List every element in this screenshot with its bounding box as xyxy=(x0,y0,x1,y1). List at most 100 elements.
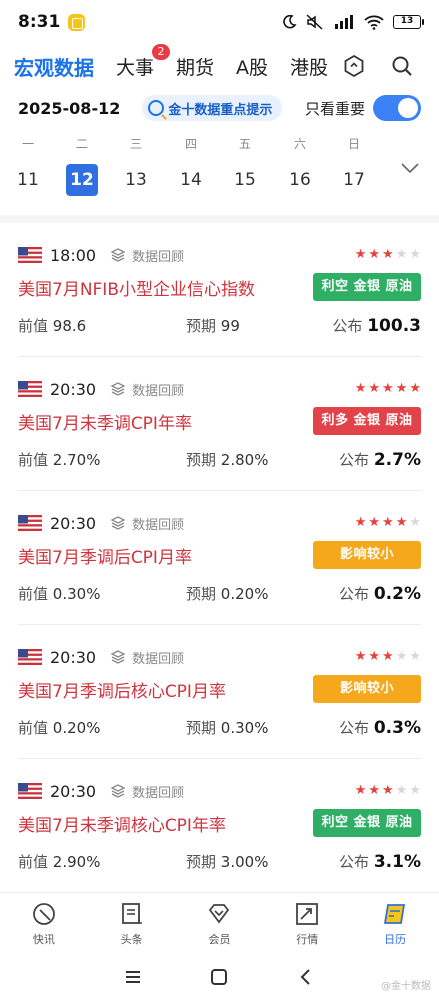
status-time: 8:31 xyxy=(18,12,61,32)
event-header: 20:30 数据回顾 ★ ★ ★ ★ ★ xyxy=(18,647,421,667)
weekday-label: 一 xyxy=(21,137,34,151)
importance-stars: ★ ★ ★ ★ ★ xyxy=(355,248,421,262)
events-badge: 2 xyxy=(152,43,171,60)
importance-stars: ★ ★ ★ ★ ★ xyxy=(355,382,421,396)
layers-icon xyxy=(110,650,126,664)
event-title[interactable]: 美国7月季调后CPI月率 xyxy=(18,543,192,568)
event-card[interactable]: 20:30 数据回顾 ★ ★ ★ ★ ★ 美国7月未季调CPI年率 利多 金银 原油 前… xyxy=(18,357,421,491)
event-title[interactable]: 美国7月NFIB小型企业信心指数 xyxy=(18,275,255,300)
star-icon: ★ xyxy=(368,783,381,798)
actual-value: 公布 0.3% xyxy=(339,717,421,738)
previous-number: 2.90% xyxy=(52,853,101,871)
tab-futures[interactable]: 期货 xyxy=(176,53,214,80)
star-icon: ★ xyxy=(354,247,367,262)
tab-vip-label: 会员 xyxy=(208,933,231,946)
event-header: 20:30 数据回顾 ★ ★ ★ ★ ★ xyxy=(18,379,421,399)
us-flag-icon xyxy=(18,381,42,397)
actual-label: 公布 xyxy=(332,317,363,335)
day-number: 17 xyxy=(343,170,365,190)
day-number: 16 xyxy=(289,170,311,190)
actual-label: 公布 xyxy=(339,585,370,603)
tab-flash-news[interactable]: 快讯 xyxy=(0,893,88,954)
impact-badge: 利空 金银 原油 xyxy=(313,273,421,301)
key-tips-chip[interactable]: 金十数据重点提示 xyxy=(142,95,283,121)
tab-market[interactable]: 行情 xyxy=(263,893,351,954)
important-only-label: 只看重要 xyxy=(304,99,365,118)
star-icon: ★ xyxy=(382,381,394,396)
weekday-label: 五 xyxy=(238,137,251,151)
event-title[interactable]: 美国7月未季调CPI年率 xyxy=(18,409,192,434)
star-icon: ★ xyxy=(368,649,381,664)
hexagon-settings-icon[interactable] xyxy=(340,52,368,80)
day-item[interactable]: 五 15 xyxy=(229,134,261,196)
tab-hk-shares[interactable]: 港股 xyxy=(290,53,328,80)
actual-value: 公布 0.2% xyxy=(339,583,421,604)
calendar-icon xyxy=(384,904,406,924)
previous-label: 前值 xyxy=(18,719,49,737)
star-icon: ★ xyxy=(354,381,367,396)
toggle-knob xyxy=(398,98,418,118)
battery-icon: 13 xyxy=(393,15,424,29)
impact-badge: 利多 金银 原油 xyxy=(313,407,421,435)
actual-number: 100.3 xyxy=(367,316,421,336)
star-icon: ★ xyxy=(382,783,394,798)
home-square-icon[interactable] xyxy=(209,967,229,987)
previous-value: 前值 2.70% xyxy=(18,449,100,470)
event-title[interactable]: 美国7月季调后核心CPI月率 xyxy=(18,677,226,702)
event-tag: 数据回顾 xyxy=(132,517,185,533)
search-icon[interactable] xyxy=(388,52,416,80)
tab-vip[interactable]: 会员 xyxy=(176,893,264,954)
day-item[interactable]: 六 16 xyxy=(284,134,316,196)
menu-icon[interactable] xyxy=(123,968,143,986)
actual-number: 3.1% xyxy=(373,852,421,872)
event-tag: 数据回顾 xyxy=(132,651,185,667)
star-icon: ★ xyxy=(395,381,408,396)
star-icon: ★ xyxy=(354,783,367,798)
event-title[interactable]: 美国7月未季调核心CPI年率 xyxy=(18,811,226,836)
headline-icon xyxy=(121,903,142,924)
event-tag: 数据回顾 xyxy=(132,785,185,801)
wifi-icon xyxy=(364,15,384,30)
star-icon: ★ xyxy=(395,649,408,664)
tab-macro-data[interactable]: 宏观数据 xyxy=(14,52,94,81)
tab-events[interactable]: 大事 2 xyxy=(116,43,171,80)
us-flag-icon xyxy=(18,783,42,799)
forecast-number: 3.00% xyxy=(220,853,269,871)
signal-icon xyxy=(335,15,353,29)
event-card[interactable]: 18:00 数据回顾 ★ ★ ★ ★ ★ 美国7月NFIB小型企业信心指数 利空 金银 … xyxy=(18,223,421,357)
back-icon[interactable] xyxy=(296,967,316,987)
key-tips-label: 金十数据重点提示 xyxy=(168,102,273,118)
magnifier-tip-icon xyxy=(148,100,165,116)
event-time: 18:00 xyxy=(50,245,97,265)
forecast-label: 预期 xyxy=(186,719,217,737)
event-card[interactable]: 20:30 数据回顾 ★ ★ ★ ★ ★ 美国7月未季调核心CPI年率 利空 金银 原油… xyxy=(18,759,421,893)
app-notification-icon xyxy=(68,13,86,31)
event-tag: 数据回顾 xyxy=(132,383,185,399)
day-item[interactable]: 日 17 xyxy=(338,134,370,196)
status-icons: 13 xyxy=(281,14,424,30)
star-icon: ★ xyxy=(354,649,367,664)
event-card[interactable]: 20:30 数据回顾 ★ ★ ★ ★ ★ 美国7月季调后CPI月率 影响较小 前值 0.… xyxy=(18,491,421,625)
event-card[interactable]: 20:30 数据回顾 ★ ★ ★ ★ ★ 美国7月季调后核心CPI月率 影响较小 前值 … xyxy=(18,625,421,759)
current-date[interactable]: 2025-08-12 xyxy=(18,99,120,118)
layers-icon xyxy=(110,382,126,396)
weekday-label: 六 xyxy=(293,137,306,151)
watermark: @金十数据 xyxy=(381,981,431,992)
previous-label: 前值 xyxy=(18,853,49,871)
chevron-down-icon[interactable] xyxy=(399,160,421,176)
weekday-label: 四 xyxy=(184,137,197,151)
day-item[interactable]: 四 14 xyxy=(175,134,207,196)
forecast-number: 99 xyxy=(220,317,240,335)
event-header: 18:00 数据回顾 ★ ★ ★ ★ ★ xyxy=(18,245,421,265)
day-item[interactable]: 三 13 xyxy=(120,134,152,196)
event-header: 20:30 数据回顾 ★ ★ ★ ★ ★ xyxy=(18,513,421,533)
tab-market-label: 行情 xyxy=(296,933,319,946)
day-item[interactable]: 一 11 xyxy=(12,134,44,196)
tab-calendar[interactable]: 日历 xyxy=(351,893,439,954)
important-only-toggle[interactable] xyxy=(373,95,421,121)
tab-headline[interactable]: 头条 xyxy=(88,893,176,954)
tab-a-shares[interactable]: A股 xyxy=(236,53,268,80)
day-item-selected[interactable]: 二 12 xyxy=(66,134,98,196)
event-values: 前值 0.20% 预期 0.30% 公布 0.3% xyxy=(18,717,421,739)
previous-label: 前值 xyxy=(18,317,49,335)
